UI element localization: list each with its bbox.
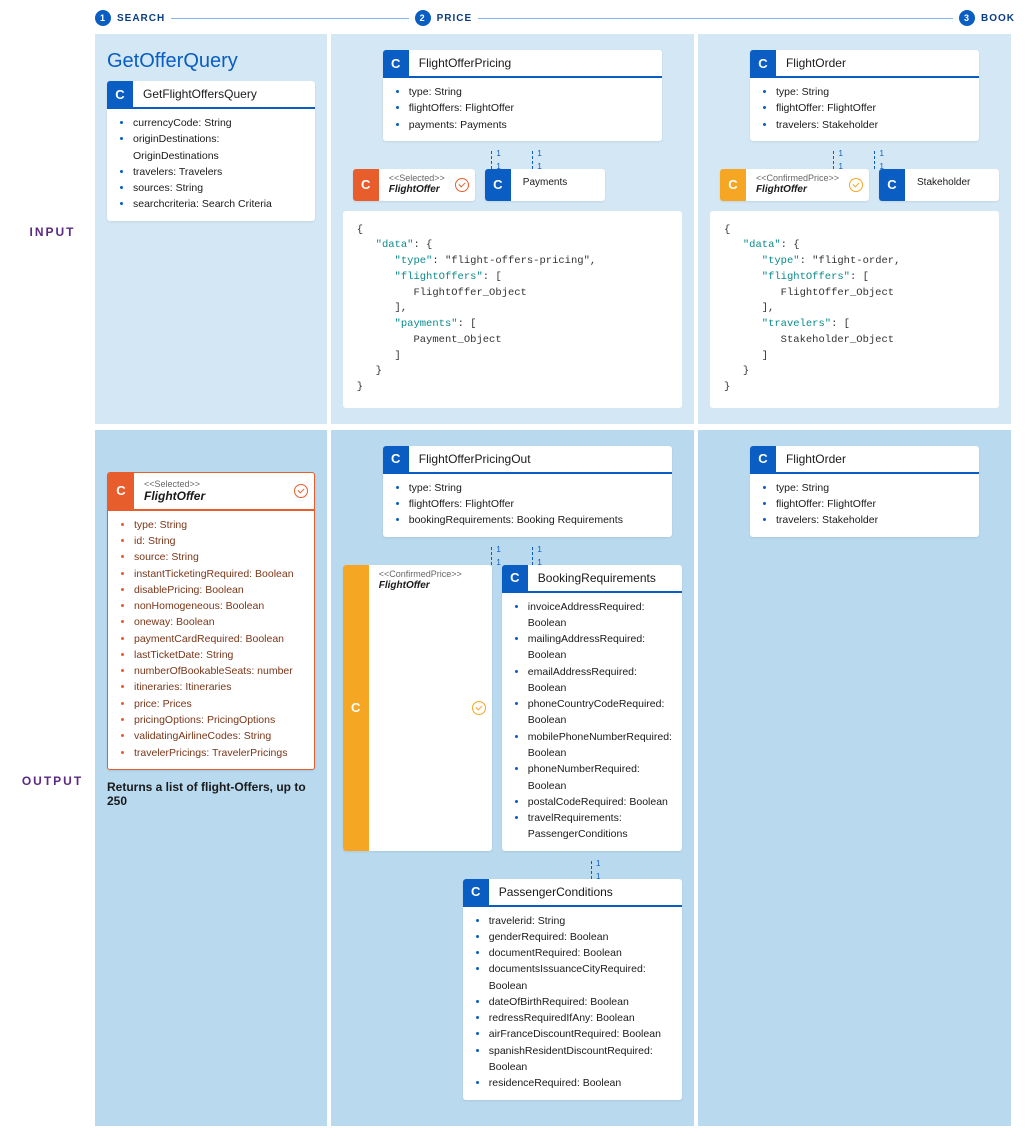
attr-item: airFranceDiscountRequired: Boolean [489,1026,672,1042]
cell-book-output: CFlightOrder type: StringflightOffer: Fl… [698,430,1015,1132]
attr-item: travelers: Travelers [133,164,305,180]
attr-item: numberOfBookableSeats: number [134,663,304,679]
attr-item: paymentCardRequired: Boolean [134,631,304,647]
attr-item: type: String [409,84,652,100]
check-icon [472,701,486,715]
attr-item: oneway: Boolean [134,614,304,630]
check-icon [849,178,863,192]
check-icon [455,178,469,192]
attr-item: flightOffer: FlightOffer [776,496,969,512]
tag-payments: CPayments [485,169,605,201]
connector-icon [343,547,682,565]
tag-confirmed-flightoffer: C <<ConfirmedPrice>>FlightOffer [720,169,869,201]
step-search: 1SEARCH [95,10,165,26]
attr-item: documentRequired: Boolean [489,945,672,961]
tag-confirmed-flightoffer: C <<ConfirmedPrice>>FlightOffer [343,565,492,851]
diagram-root: 1SEARCH 2PRICE 3BOOK INPUT GetOfferQuery… [10,10,1015,1132]
class-get-flight-offers-query: CGetFlightOffersQuery currencyCode: Stri… [107,81,315,221]
class-flight-offer-pricing: CFlightOfferPricing type: StringflightOf… [383,50,662,141]
step-book: 3BOOK [959,10,1015,26]
attr-item: type: String [776,480,969,496]
class-flight-order-out: CFlightOrder type: StringflightOffer: Fl… [750,446,979,537]
attr-item: genderRequired: Boolean [489,929,672,945]
attr-item: flightOffers: FlightOffer [409,100,652,116]
attr-item: source: String [134,549,304,565]
class-passenger-conditions: CPassengerConditions travelerid: Stringg… [463,879,682,1100]
check-icon [294,484,308,498]
attr-item: lastTicketDate: String [134,647,304,663]
attr-item: mobilePhoneNumberRequired: Boolean [528,729,672,762]
attr-item: nonHomogeneous: Boolean [134,598,304,614]
attr-item: itineraries: Itineraries [134,679,304,695]
attr-item: invoiceAddressRequired: Boolean [528,599,672,632]
row-label-output: OUTPUT [10,430,95,1132]
attr-item: residenceRequired: Boolean [489,1075,672,1091]
cell-price-input: CFlightOfferPricing type: StringflightOf… [331,34,698,430]
class-flight-order-in: CFlightOrder type: StringflightOffer: Fl… [750,50,979,141]
attr-item: currencyCode: String [133,115,305,131]
cell-price-output: CFlightOfferPricingOut type: Stringfligh… [331,430,698,1132]
attr-item: pricingOptions: PricingOptions [134,712,304,728]
connector-icon [343,861,682,879]
attr-item: travelers: Stakeholder [776,117,969,133]
attr-item: type: String [776,84,969,100]
tag-selected-flightoffer: C <<Selected>>FlightOffer [353,169,475,201]
attr-item: validatingAirlineCodes: String [134,728,304,744]
attr-item: travelers: Stakeholder [776,512,969,528]
attr-item: searchcriteria: Search Criteria [133,196,305,212]
attr-item: emailAddressRequired: Boolean [528,664,672,697]
attr-item: sources: String [133,180,305,196]
attr-item: payments: Payments [409,117,652,133]
attr-item: bookingRequirements: Booking Requirement… [409,512,662,528]
attr-item: type: String [409,480,662,496]
attr-item: id: String [134,533,304,549]
class-selected-flightoffer: C <<Selected>>FlightOffer type: Stringid… [107,472,315,770]
attr-item: instantTicketingRequired: Boolean [134,566,304,582]
attr-item: price: Prices [134,696,304,712]
attr-item: flightOffers: FlightOffer [409,496,662,512]
stepper: 1SEARCH 2PRICE 3BOOK [95,10,1015,26]
attr-item: documentsIssuanceCityRequired: Boolean [489,961,672,994]
attr-item: phoneNumberRequired: Boolean [528,761,672,794]
class-booking-requirements: CBookingRequirements invoiceAddressRequi… [502,565,682,851]
code-sample-pricing: { "data": { "type": "flight-offers-prici… [343,211,682,408]
cell-search-input: GetOfferQuery CGetFlightOffersQuery curr… [95,34,331,430]
attr-item: originDestinations: OriginDestinations [133,131,305,164]
output-note: Returns a list of flight-Offers, up to 2… [107,780,315,808]
attr-item: dateOfBirthRequired: Boolean [489,994,672,1010]
code-sample-order: { "data": { "type": "flight-order, "flig… [710,211,999,408]
class-flight-offer-pricing-out: CFlightOfferPricingOut type: Stringfligh… [383,446,672,537]
cell-search-output: C <<Selected>>FlightOffer type: Stringid… [95,430,331,1132]
attr-item: postalCodeRequired: Boolean [528,794,672,810]
attr-item: type: String [134,517,304,533]
attr-item: travelerPricings: TravelerPricings [134,745,304,761]
step-price: 2PRICE [415,10,473,26]
attr-item: disablePricing: Boolean [134,582,304,598]
attr-item: travelerid: String [489,913,672,929]
attr-item: travelRequirements: PassengerConditions [528,810,672,843]
attr-item: flightOffer: FlightOffer [776,100,969,116]
attr-item: spanishResidentDiscountRequired: Boolean [489,1043,672,1076]
connector-icon [343,151,682,169]
section-title: GetOfferQuery [107,50,315,73]
tag-stakeholder: CStakeholder [879,169,999,201]
attr-item: phoneCountryCodeRequired: Boolean [528,696,672,729]
attr-item: mailingAddressRequired: Boolean [528,631,672,664]
connector-icon [710,151,999,169]
attr-item: redressRequiredIfAny: Boolean [489,1010,672,1026]
cell-book-input: CFlightOrder type: StringflightOffer: Fl… [698,34,1015,430]
row-label-input: INPUT [10,34,95,430]
